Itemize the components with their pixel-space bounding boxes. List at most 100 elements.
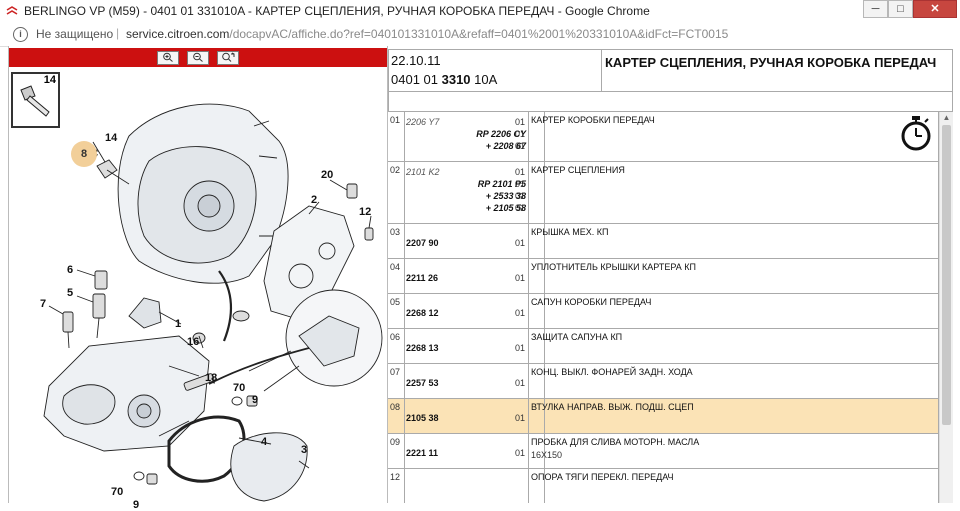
row-index-cell: 12	[388, 469, 405, 503]
close-button[interactable]: ✕	[913, 0, 957, 18]
callout-label[interactable]: 5	[67, 287, 73, 299]
row-index: 06	[390, 332, 401, 342]
table-row[interactable]: 09 2221 11 01 ПРОБКА ДЛЯ СЛИВА МОТОРН. МАСЛ…	[388, 434, 938, 469]
row-index-cell: 07	[388, 364, 405, 398]
callout-label[interactable]: 9	[252, 394, 258, 406]
table-row[interactable]: 01 2206 Y7 RP 2206 CY + 2208 67 01 01 01 КАРТЕР…	[388, 112, 938, 162]
part-reference[interactable]: 2221 11	[406, 448, 438, 458]
row-index: 01	[390, 115, 401, 125]
part-description: САПУН КОРОБКИ ПЕРЕДАЧ	[531, 297, 652, 307]
row-index-cell: 08	[388, 399, 405, 433]
part-reference[interactable]: 2206 Y7	[406, 117, 439, 127]
part-quantity: 01	[515, 343, 526, 353]
row-index-cell: 06	[388, 329, 405, 363]
row-index-cell: 01	[388, 112, 405, 161]
parts-scrollbar[interactable]: ▲	[939, 112, 953, 503]
zoom-out-icon	[193, 52, 203, 62]
callout-label[interactable]: 18	[205, 372, 217, 384]
part-quantity: 01	[515, 129, 526, 139]
part-reference[interactable]: 2257 53	[406, 378, 439, 388]
part-description: ВТУЛКА НАПРАВ. ВЫЖ. ПОДШ. СЦЕП	[531, 402, 694, 412]
part-description: КАРТЕР КОРОБКИ ПЕРЕДАЧ	[531, 115, 655, 125]
maximize-button[interactable]: □	[888, 0, 913, 18]
table-row[interactable]: 02 2101 K2 RP 2101 P5 + 2533 38 + 2105 58 01 0…	[388, 162, 938, 224]
url-path: /docapvAC/affiche.do?ref=040101331010A&r…	[229, 27, 729, 41]
callout-label[interactable]: 2	[311, 194, 317, 206]
callout-label[interactable]: 16	[187, 336, 199, 348]
callout-label[interactable]: 20	[321, 169, 333, 181]
thumbnail-part-14[interactable]: 14	[11, 72, 60, 128]
part-description: КОНЦ. ВЫКЛ. ФОНАРЕЙ ЗАДН. ХОДА	[531, 367, 693, 377]
zoom-fit-button[interactable]	[217, 51, 239, 65]
part-quantity: 01	[515, 141, 526, 151]
address-bar[interactable]: i Не защищено | service.citroen.com/doca…	[0, 22, 960, 47]
callout-label[interactable]: 4	[261, 436, 267, 448]
callout-label[interactable]: 3	[301, 444, 307, 456]
part-reference[interactable]: 2268 12	[406, 308, 439, 318]
part-description: ОПОРА ТЯГИ ПЕРЕКЛ. ПЕРЕДАЧ	[531, 472, 674, 482]
table-row[interactable]: 04 2211 26 01 УПЛОТНИТЕЛЬ КРЫШКИ КАРТЕРА КП	[388, 259, 938, 294]
part-quantity: 01	[515, 117, 526, 127]
part-quantity: 01	[515, 378, 526, 388]
row-index: 12	[390, 472, 401, 482]
reference-cell: 2221 11	[404, 434, 529, 468]
reference-cell: 2257 53	[404, 364, 529, 398]
part-description: КРЫШКА МЕХ. КП	[531, 227, 609, 237]
callout-label[interactable]: 70	[111, 486, 123, 498]
table-row[interactable]: 12 ОПОРА ТЯГИ ПЕРЕКЛ. ПЕРЕДАЧ	[388, 469, 938, 503]
reference-cell	[404, 469, 529, 503]
reference-cell: 2268 12	[404, 294, 529, 328]
document-title-box: КАРТЕР СЦЕПЛЕНИЯ, РУЧНАЯ КОРОБКА ПЕРЕДАЧ	[602, 49, 953, 92]
parts-list-pane: 22.10.11 04 01 01 3310 10A КАРТЕР СЦЕПЛЕН…	[388, 46, 960, 503]
parts-table: 01 2206 Y7 RP 2206 CY + 2208 67 01 01 01 КАРТЕР…	[388, 112, 939, 503]
part-reference[interactable]: 2207 90	[406, 238, 439, 248]
code-suffix: 10A	[470, 72, 498, 87]
table-row[interactable]: 05 2268 12 01 САПУН КОРОБКИ ПЕРЕДАЧ	[388, 294, 938, 329]
row-index: 04	[390, 262, 401, 272]
callout-label[interactable]: 7	[40, 298, 46, 310]
part-quantity: 01	[515, 167, 526, 177]
url-text[interactable]: service.citroen.com/docapvAC/affiche.do?…	[126, 27, 728, 41]
part-description: УПЛОТНИТЕЛЬ КРЫШКИ КАРТЕРА КП	[531, 262, 697, 272]
minimize-button[interactable]: ─	[863, 0, 888, 18]
callout-label[interactable]: 6	[67, 264, 73, 276]
zoom-out-button[interactable]	[187, 51, 209, 65]
document-date: 22.10.11	[391, 53, 441, 68]
zoom-in-icon	[163, 52, 173, 62]
table-row[interactable]: 06 2268 13 01 ЗАЩИТА САПУНА КП	[388, 329, 938, 364]
callout-label[interactable]: 12	[359, 206, 371, 218]
callout-label[interactable]: 14	[105, 132, 117, 144]
highlight-badge[interactable]: 8	[71, 141, 97, 167]
part-description: ЗАЩИТА САПУНА КП	[531, 332, 623, 342]
callout-label[interactable]: 9	[133, 499, 139, 511]
row-index-cell: 03	[388, 224, 405, 258]
row-index: 07	[390, 367, 401, 377]
stopwatch-icon[interactable]	[898, 112, 934, 152]
row-index: 09	[390, 437, 401, 447]
code-bold: 3310	[441, 72, 471, 87]
part-reference[interactable]: 2105 38	[406, 413, 439, 423]
table-row[interactable]: 07 2257 53 01 КОНЦ. ВЫКЛ. ФОНАРЕЙ ЗАДН. ХОД…	[388, 364, 938, 399]
scrollbar-thumb[interactable]	[942, 125, 951, 425]
zoom-in-button[interactable]	[157, 51, 179, 65]
scroll-up-arrow-icon[interactable]: ▲	[940, 112, 953, 124]
table-row[interactable]: 08 2105 38 01 ВТУЛКА НАПРАВ. ВЫЖ. ПОДШ. СЦЕ…	[388, 399, 938, 434]
exploded-parts-drawing: ✱	[43, 103, 383, 502]
title-bar: BERLINGO VP (M59) - 0401 01 331010A - КА…	[0, 0, 960, 23]
table-row[interactable]: 03 2207 90 01 КРЫШКА МЕХ. КП	[388, 224, 938, 259]
reference-cell: 2211 26	[404, 259, 529, 293]
security-status[interactable]: Не защищено	[36, 27, 113, 41]
part-reference[interactable]: 2101 K2	[406, 167, 440, 177]
reference-cell: 2207 90	[404, 224, 529, 258]
part-reference[interactable]: 2268 13	[406, 343, 439, 353]
part-quantity: 01	[515, 191, 526, 201]
part-quantity: 01	[515, 203, 526, 213]
part-quantity: 01	[515, 238, 526, 248]
info-icon[interactable]: i	[13, 27, 28, 42]
part-reference[interactable]: 2211 26	[406, 273, 438, 283]
part-quantity: 01	[515, 273, 526, 283]
window-title: BERLINGO VP (M59) - 0401 01 331010A - КА…	[24, 4, 650, 18]
callout-label[interactable]: 1	[175, 318, 181, 330]
callout-label[interactable]: 70	[233, 382, 245, 394]
part-quantity: 01	[515, 179, 526, 189]
